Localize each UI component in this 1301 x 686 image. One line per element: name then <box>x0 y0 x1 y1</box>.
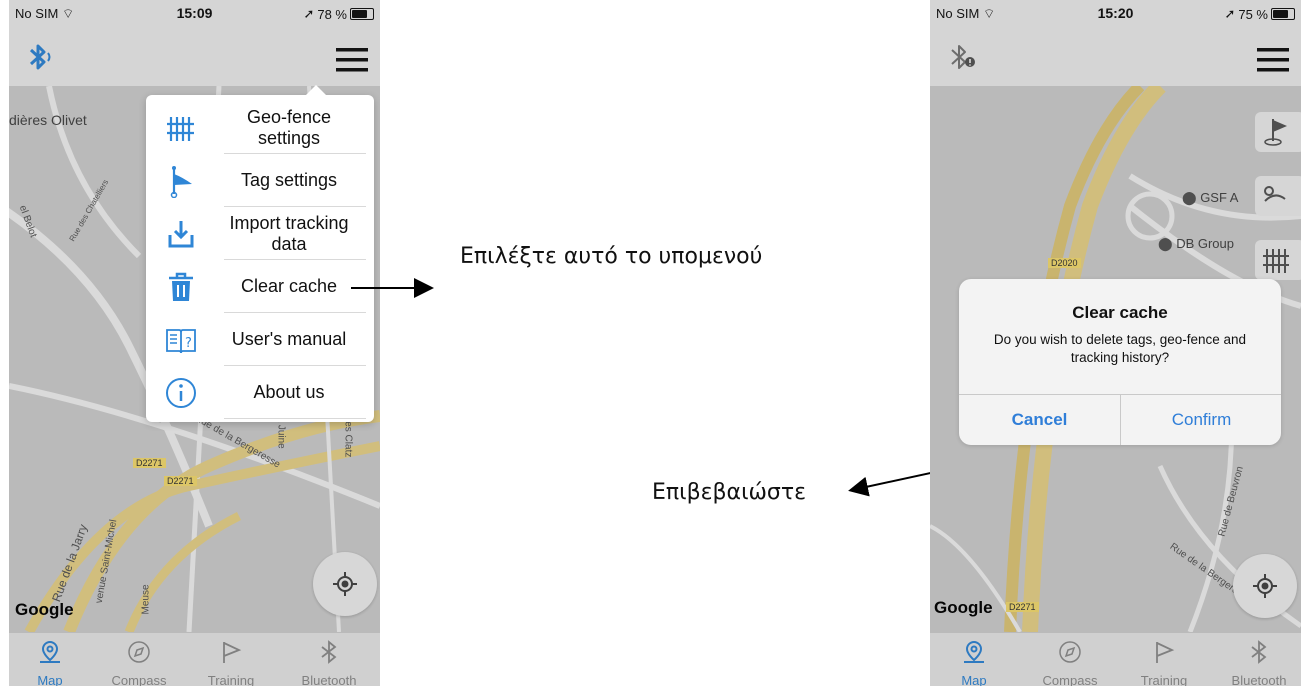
cancel-button[interactable]: Cancel <box>959 395 1120 445</box>
alert-title: Clear cache <box>1072 303 1168 322</box>
annotation-select-submenu: Επιλέξτε αυτό το υπομενού <box>460 244 763 269</box>
confirm-button[interactable]: Confirm <box>1121 395 1282 445</box>
annotation-confirm: Επιβεβαιώστε <box>652 480 807 505</box>
alert-message: Do you wish to delete tags, geo-fence an… <box>993 332 1247 366</box>
right-phone-screenshot: No SIM ⌔ 15:20 ➚ 75 % ⬤ GSF A ⬤ DB Group … <box>930 0 1301 686</box>
clear-cache-alert-dialog: Clear cache Do you wish to delete tags, … <box>959 279 1281 445</box>
